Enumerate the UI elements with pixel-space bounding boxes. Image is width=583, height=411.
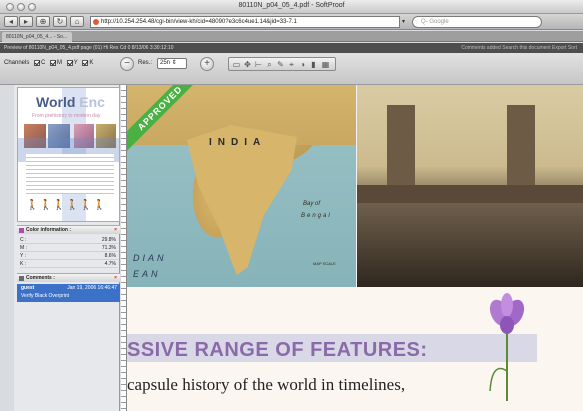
- color-row-value: 8.6%: [104, 253, 116, 259]
- channel-k-label: K: [89, 60, 94, 66]
- url-text: http://10.254.254.48/cgi-bin/view-kh/cid…: [101, 19, 297, 25]
- india-map-image: INDIA DIAN EAN Bay of Bengal MAP SCALE A…: [127, 85, 356, 287]
- softproof-toolbar: Channels C M Y K − Res.: 25n ⇕ + ▭ ✥ ⊢ ⌕…: [0, 53, 583, 85]
- iris-flower-illustration: [489, 293, 525, 401]
- bridge-tower-right: [507, 105, 535, 185]
- comments-title: Comments :: [26, 275, 55, 281]
- document-info-text: Preview of 80110N_p04_05_4.pdf page (01)…: [4, 45, 174, 51]
- map-label-country: INDIA: [209, 137, 267, 148]
- densitometer-tool-icon[interactable]: ✎: [276, 60, 285, 69]
- channel-y-label: Y: [73, 60, 78, 66]
- thumbnail-subtitle: From prehistory to modern day: [32, 113, 101, 119]
- search-field[interactable]: Q- Google: [412, 16, 542, 28]
- map-scale-label: MAP SCALE: [313, 261, 336, 266]
- browser-tab[interactable]: 80110N_p04_05_4... - So...: [2, 32, 72, 42]
- channel-m-label: M: [57, 60, 63, 66]
- resolution-select[interactable]: 25n ⇕: [157, 58, 187, 69]
- select-tool-icon[interactable]: ▭: [232, 60, 241, 69]
- channel-k-checkbox[interactable]: [82, 60, 89, 66]
- color-swatch-icon: [19, 228, 24, 233]
- map-label-sea: DIAN: [133, 253, 167, 263]
- map-label-bay1: Bay of: [303, 201, 321, 207]
- page-body-text: capsule history of the world in timeline…: [127, 375, 406, 394]
- left-panel: World Enc From prehistory to modern day …: [14, 85, 120, 411]
- channel-c-checkbox[interactable]: [34, 60, 41, 66]
- channel-m-checkbox[interactable]: [50, 60, 57, 66]
- back-button[interactable]: ◂: [4, 16, 18, 27]
- tab-strip: 80110N_p04_05_4... - So...: [0, 31, 583, 42]
- comment-icon: [19, 276, 24, 281]
- pan-tool-icon[interactable]: ✥: [243, 60, 252, 69]
- close-panel-icon[interactable]: ×: [114, 226, 117, 235]
- thumbnail-text-block: [26, 154, 114, 194]
- resolution-value: 25n: [160, 60, 171, 66]
- annotation-tool-icon[interactable]: ⌖: [287, 60, 296, 69]
- channels-group: Channels C M Y K: [4, 60, 95, 67]
- title-bar: 80110N_p04_05_4.pdf - SoftProof: [0, 0, 583, 14]
- color-tool-icon[interactable]: ◑: [298, 60, 307, 69]
- zoom-in-button[interactable]: +: [200, 57, 214, 71]
- forward-button[interactable]: ▸: [19, 16, 33, 27]
- page-tool-icon[interactable]: ▮: [309, 60, 318, 69]
- bookmark-icon[interactable]: ⊕: [36, 16, 50, 27]
- thumbnail-title: World Enc: [36, 94, 105, 110]
- color-information-title: Color information :: [26, 227, 71, 233]
- search-placeholder: Q- Google: [421, 19, 449, 25]
- window-title: 80110N_p04_05_4.pdf - SoftProof: [238, 2, 345, 9]
- zoom-out-button[interactable]: −: [120, 57, 134, 71]
- london-bridge-photo: [357, 85, 583, 287]
- home-button[interactable]: ⌂: [70, 16, 84, 27]
- comments-header: Comments : ×: [17, 273, 120, 282]
- comment-item[interactable]: guest Jan 19, 2006 16:46:47 Verify Black…: [17, 284, 120, 302]
- document-view[interactable]: INDIA DIAN EAN Bay of Bengal MAP SCALE A…: [121, 85, 583, 411]
- comment-date: Jan 19, 2006 16:46:47: [67, 285, 117, 291]
- thumbnail-evolution-figures: 🚶🚶🚶🚶🚶🚶: [26, 200, 107, 211]
- thumbnail-title-faded: Enc: [75, 94, 105, 110]
- color-row-value: 29.8%: [101, 237, 116, 243]
- color-row-label: M :: [20, 245, 27, 251]
- color-row-value: 4.7%: [104, 261, 116, 267]
- comment-author: guest: [21, 285, 35, 291]
- color-row-c: C : 29.8%: [20, 236, 118, 244]
- map-label-sea2: EAN: [133, 269, 161, 279]
- river-water: [357, 203, 583, 287]
- color-row-label: K :: [20, 261, 27, 267]
- color-row-value: 71.3%: [101, 245, 116, 251]
- color-information-header: Color information : ×: [17, 225, 120, 234]
- document-info-bar: Preview of 80110N_p04_05_4.pdf page (01)…: [0, 43, 583, 53]
- separations-tool-icon[interactable]: ▦: [321, 60, 330, 69]
- magnifier-tool-icon[interactable]: ⌕: [265, 60, 274, 69]
- color-row-label: Y :: [20, 253, 27, 259]
- channels-label: Channels: [4, 60, 30, 66]
- color-row-label: C :: [20, 237, 27, 243]
- resolution-label: Res.:: [138, 60, 153, 66]
- color-row-k: K : 4.7%: [20, 260, 118, 268]
- browser-toolbar: ◂ ▸ ⊕ ↻ ⌂ http://10.254.254.48/cgi-bin/v…: [0, 14, 583, 30]
- bridge-deck: [357, 185, 583, 203]
- close-panel-icon[interactable]: ×: [114, 274, 117, 283]
- url-field[interactable]: http://10.254.254.48/cgi-bin/view-kh/cid…: [90, 16, 400, 28]
- bridge-tower-left: [387, 105, 415, 185]
- measure-tool-icon[interactable]: ⊢: [254, 60, 263, 69]
- channel-y-checkbox[interactable]: [66, 60, 73, 66]
- tool-palette: ▭ ✥ ⊢ ⌕ ✎ ⌖ ◑ ▮ ▦: [228, 57, 336, 71]
- thumbnail-title-main: World: [36, 94, 76, 110]
- softproof-window: 80110N_p04_05_4.pdf - SoftProof ◂ ▸ ⊕ ↻ …: [0, 0, 583, 411]
- site-icon: [93, 19, 99, 25]
- channel-c-label: C: [41, 60, 46, 66]
- url-history-dropdown[interactable]: ▾: [402, 18, 405, 25]
- page-lower-section: SSIVE RANGE OF FEATURES: capsule history…: [127, 287, 583, 411]
- reload-button[interactable]: ↻: [53, 16, 67, 27]
- document-actions-text[interactable]: Comments added Search this document Expo…: [461, 43, 577, 53]
- color-row-y: Y : 8.6%: [20, 252, 118, 260]
- page-headline: SSIVE RANGE OF FEATURES:: [127, 339, 428, 361]
- map-label-bay2: Bengal: [301, 213, 332, 219]
- color-row-m: M : 71.3%: [20, 244, 118, 252]
- page-thumbnail[interactable]: World Enc From prehistory to modern day …: [17, 87, 120, 222]
- comment-text: Verify Black Overprint: [21, 293, 70, 299]
